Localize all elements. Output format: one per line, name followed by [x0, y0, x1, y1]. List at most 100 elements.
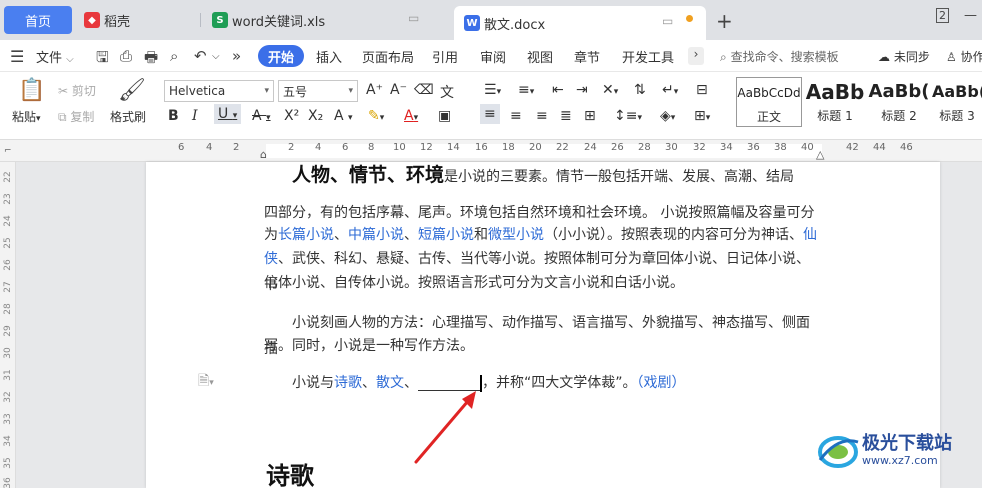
ruler-number: 2	[288, 142, 295, 153]
command-search[interactable]: ⌕ 查找命令、搜索模板	[720, 48, 839, 65]
link-poetry[interactable]: 诗歌	[334, 375, 362, 391]
tab-start[interactable]: 开始	[258, 45, 304, 67]
minimize-button[interactable]: —	[964, 8, 977, 23]
vertical-ruler[interactable]: 22 23 24 25 26 27 28 29 30 31 32 33 34 3…	[0, 162, 16, 488]
print-preview-icon[interactable]: ⌕	[170, 47, 178, 65]
style-heading-2[interactable]: AaBb( 标题 2	[866, 77, 932, 127]
align-right-icon[interactable]: ≡	[536, 108, 548, 124]
format-painter-icon[interactable]: 🖌	[118, 78, 146, 103]
horizontal-ruler[interactable]: ⌐ 6 4 2 2 4 6 8 10 12 14 16 18 20 22 24 …	[0, 140, 982, 162]
distribute-icon[interactable]: ⊞	[584, 108, 596, 124]
paste-button[interactable]: 粘贴▾	[12, 108, 41, 125]
style-heading-3[interactable]: AaBb( 标题 3	[932, 77, 982, 127]
copy-button[interactable]: ⧉ 复制	[58, 108, 94, 125]
align-center-icon[interactable]: ≡	[510, 108, 522, 124]
link-micro-fiction[interactable]: 微型小说	[488, 227, 544, 243]
tab-docx[interactable]: W 散文.docx ▭	[454, 6, 706, 40]
new-tab-button[interactable]: +	[716, 9, 733, 33]
vruler-number: 28	[3, 303, 13, 315]
indent-marker-icon[interactable]: ⌂	[260, 148, 267, 161]
export-pdf-icon[interactable]: ⎙	[120, 47, 132, 65]
borders-icon[interactable]: ⊞▾	[694, 108, 710, 124]
decrease-indent-icon[interactable]: ⇤	[552, 82, 564, 98]
tab-daoke[interactable]: ◆ 稻壳	[84, 6, 194, 34]
tab-home[interactable]: 首页	[4, 6, 72, 34]
collab-button[interactable]: ♙ 协作	[946, 48, 982, 65]
paragraph-1[interactable]: 人物、情节、环境是小说的三要素。情节一般包括开端、发展、高潮、结局	[264, 162, 820, 190]
print-icon[interactable]: 🖶	[144, 47, 158, 72]
link-novella[interactable]: 中篇小说	[348, 227, 404, 243]
link-xianxia[interactable]: 仙	[803, 227, 817, 243]
paragraph-3[interactable]: 小说与诗歌、散文、 ，并称“四大文学体裁”。（戏剧）	[264, 370, 820, 396]
undo-icon[interactable]: ↶	[194, 47, 207, 65]
increase-indent-icon[interactable]: ⇥	[576, 82, 588, 98]
italic-icon[interactable]: I	[192, 108, 198, 124]
ruler-number: 8	[368, 142, 375, 153]
scroll-right-icon[interactable]: ›	[688, 47, 704, 65]
tab-section[interactable]: 章节	[574, 47, 600, 66]
right-indent-marker-icon[interactable]: △	[816, 148, 824, 161]
sort-icon[interactable]: ⇅	[634, 82, 646, 98]
tab-developer[interactable]: 开发工具	[622, 47, 674, 66]
text-effect-icon[interactable]: A ▾	[334, 108, 353, 124]
link-short-story[interactable]: 短篇小说	[418, 227, 474, 243]
tab-reference[interactable]: 引用	[432, 47, 458, 66]
paragraph-1-line-3[interactable]: 为长篇小说、中篇小说、短篇小说和微型小说（小小说）。按照表现的内容可分为神话、仙	[264, 222, 820, 248]
heading-poetry[interactable]: 诗歌	[266, 456, 314, 488]
tab-type-icon[interactable]: ⌐	[4, 146, 12, 156]
ruler-number: 6	[178, 142, 185, 153]
subscript-icon[interactable]: X₂	[308, 108, 323, 124]
save-icon[interactable]: 🖫	[96, 47, 109, 72]
format-painter-button[interactable]: 格式刷	[110, 108, 146, 125]
link-xianxia-cont[interactable]: 侠	[264, 251, 278, 267]
file-menu[interactable]: 文件 ⌵	[36, 47, 74, 66]
ruler-number: 22	[556, 142, 569, 153]
shrink-font-icon[interactable]: A⁻	[390, 82, 407, 98]
link-drama[interactable]: （戏剧）	[637, 375, 686, 391]
grow-font-icon[interactable]: A⁺	[366, 82, 383, 98]
justify-icon[interactable]: ≣	[560, 108, 572, 124]
font-size-select[interactable]: 五号 ▾	[278, 80, 358, 102]
pinyin-guide-icon[interactable]: 文	[440, 82, 454, 102]
char-border-icon[interactable]: ▣	[438, 108, 451, 124]
tab-insert[interactable]: 插入	[316, 47, 342, 66]
paragraph-1-head: 人物、情节、环境	[292, 164, 445, 186]
hamburger-icon[interactable]: ☰	[10, 47, 24, 66]
more-icon[interactable]: »	[232, 47, 241, 65]
link-long-novel[interactable]: 长篇小说	[278, 227, 334, 243]
style-normal[interactable]: AaBbCcDd 正文	[736, 77, 802, 127]
shading-icon[interactable]: ◈▾	[660, 108, 675, 124]
paragraph-1-line-5[interactable]: 信体小说、自传体小说。按照语言形式可分为文言小说和白话小说。	[264, 270, 820, 296]
paragraph-menu-icon[interactable]: 🗎▾	[198, 370, 214, 394]
vruler-number: 35	[3, 457, 13, 469]
bullet-list-icon[interactable]: ☰▾	[484, 82, 501, 98]
style-heading-1[interactable]: AaBb 标题 1	[802, 77, 868, 127]
tab-docx-label: 散文.docx	[484, 17, 546, 33]
layout-switch-button[interactable]: 2	[936, 8, 949, 23]
highlight-icon[interactable]: ✎▾	[368, 108, 384, 124]
search-icon: ⌕	[720, 50, 727, 64]
tab-review[interactable]: 审阅	[480, 47, 506, 66]
font-name-select[interactable]: Helvetica ▾	[164, 80, 274, 102]
clear-format-icon[interactable]: ⌫	[414, 82, 434, 98]
underline-icon[interactable]: U ▾	[214, 104, 242, 124]
superscript-icon[interactable]: X²	[284, 108, 299, 124]
bold-icon[interactable]: B	[168, 108, 179, 124]
sync-status[interactable]: ☁ 未同步	[878, 48, 930, 65]
paste-icon[interactable]: 📋	[18, 78, 45, 103]
tab-xls[interactable]: S word关键词.xls ▭	[212, 6, 440, 34]
font-color-icon[interactable]: A▾	[404, 108, 418, 124]
tab-page-layout[interactable]: 页面布局	[362, 47, 414, 66]
strikethrough-icon[interactable]: A ▾	[252, 108, 271, 124]
numbered-list-icon[interactable]: ≡▾	[518, 82, 534, 98]
tab-stops-icon[interactable]: ⊟	[696, 82, 708, 98]
chinese-layout-icon[interactable]: ✕▾	[602, 82, 618, 98]
line-spacing-icon[interactable]: ↕≡▾	[614, 108, 642, 124]
tab-view[interactable]: 视图	[527, 47, 553, 66]
cut-button[interactable]: ✂ 剪切	[58, 82, 96, 99]
paragraph-2-line-2[interactable]: 写。同时，小说是一种写作方法。	[264, 333, 820, 359]
ruler-number: 46	[900, 142, 913, 153]
align-left-icon[interactable]: ≡	[480, 104, 500, 124]
chevron-down-icon[interactable]: ⌵	[212, 51, 220, 62]
show-marks-icon[interactable]: ↵▾	[662, 82, 678, 98]
